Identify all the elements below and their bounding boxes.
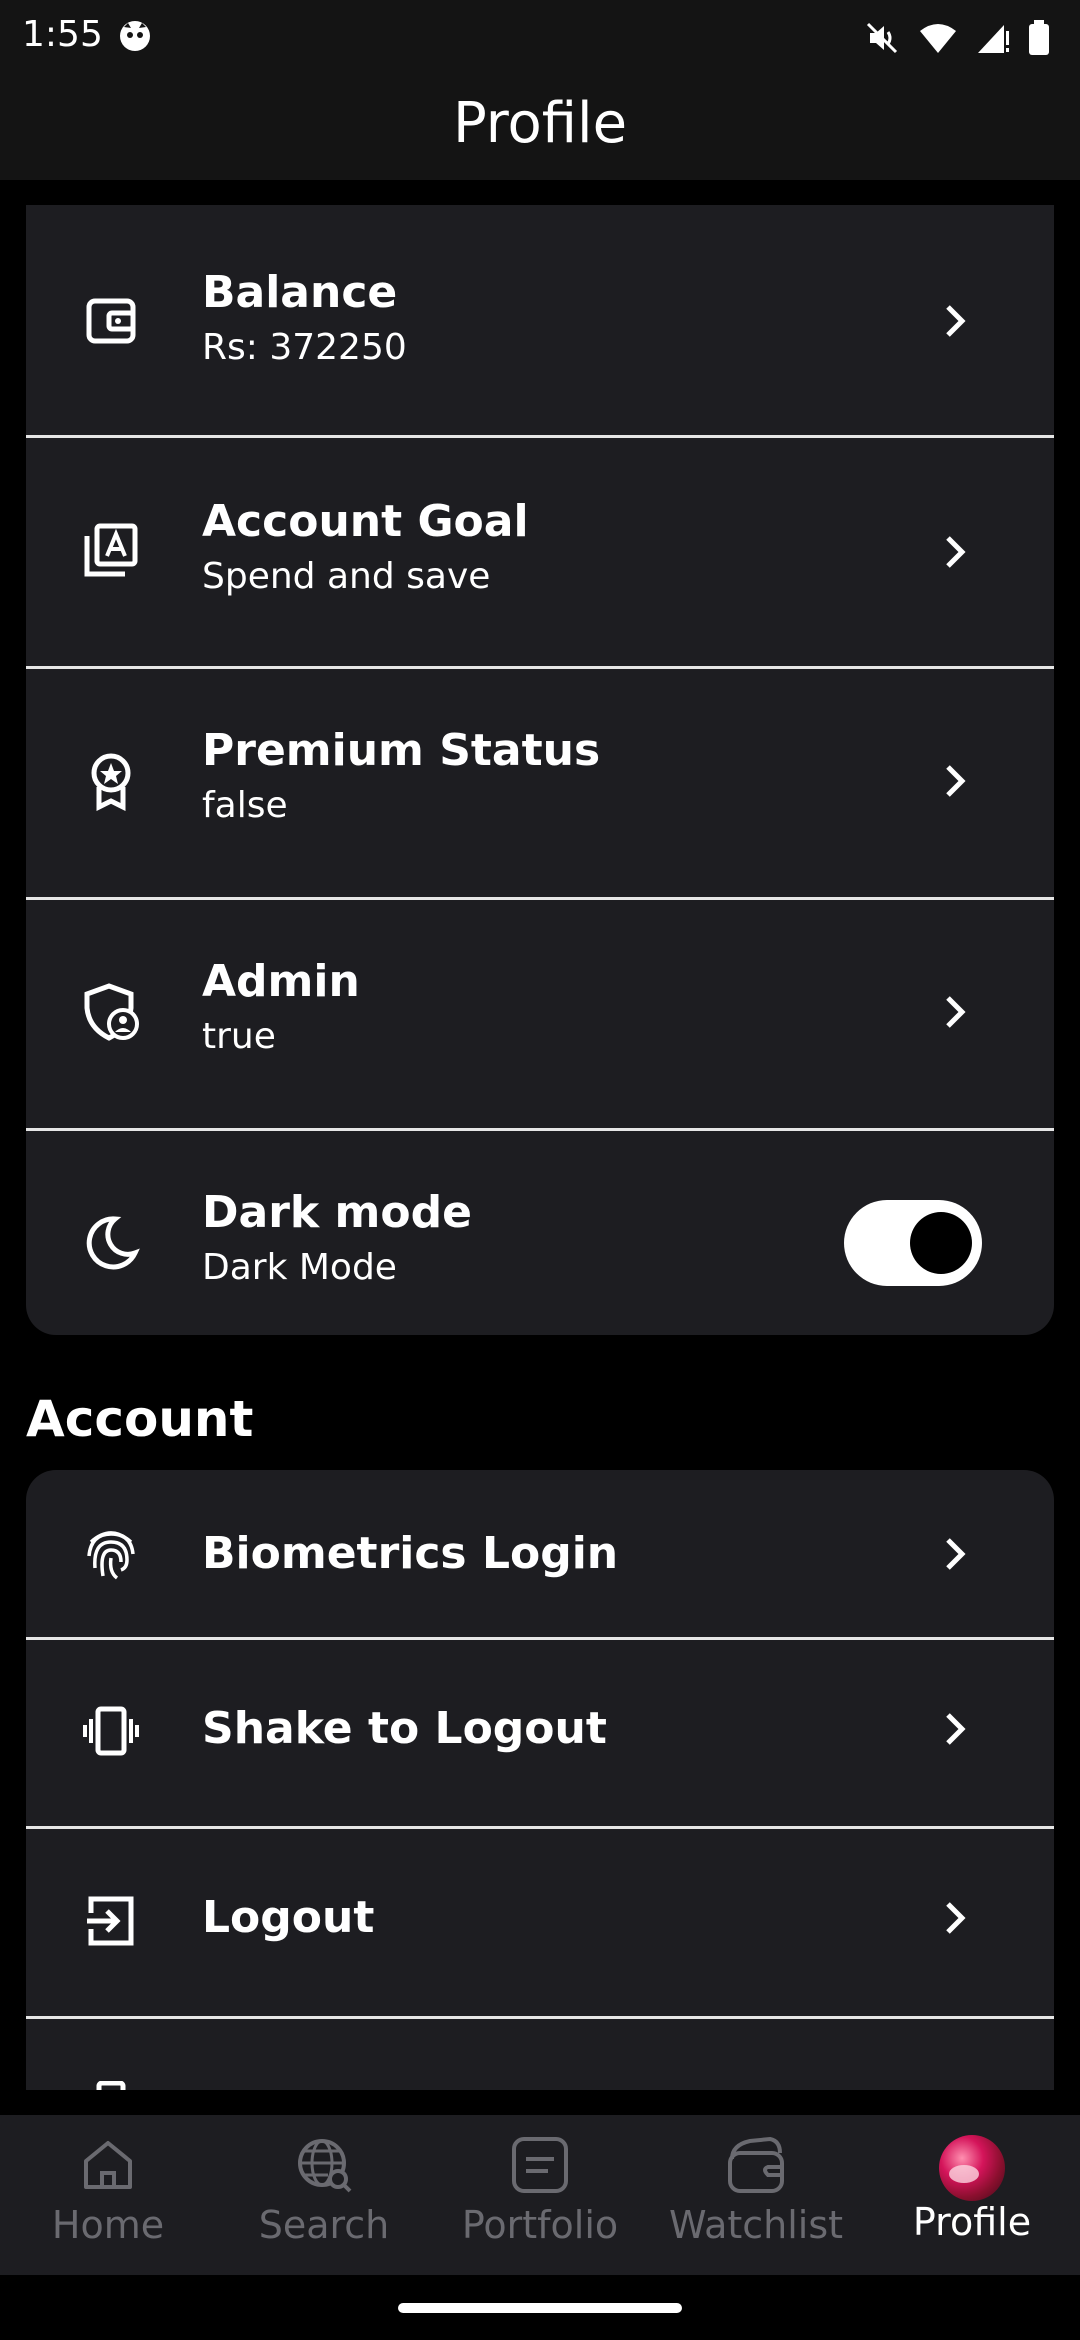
balance-row[interactable]: Balance Rs: 372250 xyxy=(26,205,1054,435)
balance-value: Rs: 372250 xyxy=(202,327,407,368)
profile-details-card: Balance Rs: 372250 Account Goal Spend an… xyxy=(26,205,1054,1335)
logout-icon xyxy=(87,1896,134,1946)
toggle-knob xyxy=(910,1212,972,1274)
dark-mode-title: Dark mode xyxy=(202,1187,472,1238)
nav-portfolio[interactable]: Portfolio xyxy=(432,2115,648,2275)
app-bar: Profile xyxy=(0,75,1080,180)
account-box-icon xyxy=(84,523,138,577)
account-card: Biometrics Login Shake to Logout Logout xyxy=(26,1470,1054,2090)
nav-search-label: Search xyxy=(258,2203,390,2247)
home-icon xyxy=(84,2141,132,2189)
account-goal-value: Spend and save xyxy=(202,556,491,597)
battery-icon xyxy=(1029,20,1049,55)
fingerprint-icon xyxy=(87,1531,135,1580)
status-bar: 1:55 xyxy=(0,0,1080,75)
status-time: 1:55 xyxy=(22,14,103,55)
chevron-right-icon xyxy=(946,305,966,337)
profile-scroll-area[interactable]: Balance Rs: 372250 Account Goal Spend an… xyxy=(0,180,1080,2090)
globe-search-icon xyxy=(298,2139,352,2193)
award-icon xyxy=(91,753,131,811)
dark-mode-row: Dark mode Dark Mode xyxy=(26,1131,1054,1335)
logout-title: Logout xyxy=(202,1892,375,1943)
bottom-navigation: Home Search Portfolio Watchlist Profile xyxy=(0,2115,1080,2275)
logout-row[interactable]: Logout xyxy=(26,1829,1054,2016)
nav-watchlist[interactable]: Watchlist xyxy=(648,2115,864,2275)
nav-profile-label: Profile xyxy=(912,2200,1032,2244)
premium-status-value: false xyxy=(202,785,288,826)
nav-watchlist-label: Watchlist xyxy=(668,2203,844,2247)
admin-shield-icon xyxy=(84,983,139,1041)
account-section-title: Account xyxy=(26,1390,254,1448)
watchlist-icon xyxy=(728,2136,784,2193)
shake-to-logout-title: Shake to Logout xyxy=(202,1703,607,1754)
home-gesture-handle[interactable] xyxy=(398,2303,682,2313)
nav-portfolio-label: Portfolio xyxy=(461,2203,619,2247)
chevron-right-icon xyxy=(946,765,966,797)
notification-face-icon xyxy=(120,21,150,51)
portfolio-icon xyxy=(512,2137,568,2193)
premium-status-row[interactable]: Premium Status false xyxy=(26,669,1054,897)
moon-icon xyxy=(86,1216,140,1270)
account-goal-title: Account Goal xyxy=(202,496,529,547)
chevron-right-icon xyxy=(946,1713,966,1745)
biometrics-login-row[interactable]: Biometrics Login xyxy=(26,1470,1054,1637)
chevron-right-icon xyxy=(946,1902,966,1934)
partial-row[interactable] xyxy=(26,2019,1054,2090)
vibrate-icon xyxy=(83,1706,139,1756)
nav-home-label: Home xyxy=(51,2203,165,2247)
chevron-right-icon xyxy=(946,536,966,568)
dark-mode-subtitle: Dark Mode xyxy=(202,1247,397,1288)
admin-title: Admin xyxy=(202,956,360,1007)
biometrics-login-title: Biometrics Login xyxy=(202,1528,619,1579)
nav-search[interactable]: Search xyxy=(216,2115,432,2275)
admin-value: true xyxy=(202,1016,276,1057)
chevron-right-icon xyxy=(946,996,966,1028)
page-title: Profile xyxy=(452,91,628,156)
mute-icon xyxy=(866,22,898,54)
wallet-icon xyxy=(86,298,136,344)
avatar xyxy=(939,2135,1005,2201)
premium-status-title: Premium Status xyxy=(202,725,601,776)
dark-mode-toggle[interactable] xyxy=(844,1200,982,1286)
chevron-right-icon xyxy=(946,1538,966,1570)
signal-icon xyxy=(978,25,1009,53)
admin-row[interactable]: Admin true xyxy=(26,900,1054,1128)
shake-to-logout-row[interactable]: Shake to Logout xyxy=(26,1640,1054,1826)
gesture-bar xyxy=(0,2275,1080,2340)
account-goal-row[interactable]: Account Goal Spend and save xyxy=(26,438,1054,666)
balance-title: Balance xyxy=(202,267,398,318)
nav-home[interactable]: Home xyxy=(0,2115,216,2275)
nav-profile[interactable]: Profile xyxy=(864,2115,1080,2275)
wifi-icon xyxy=(920,24,956,53)
partial-row-icon xyxy=(96,2081,126,2090)
